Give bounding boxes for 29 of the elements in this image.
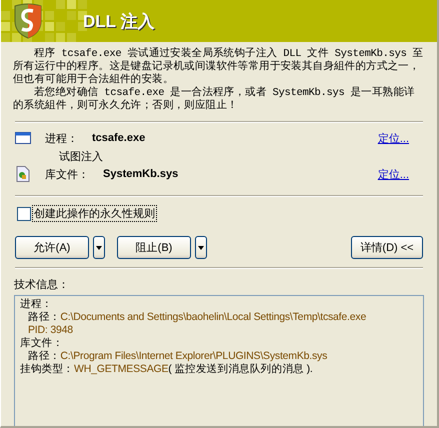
tech-info-line: PID: 3948	[28, 324, 74, 337]
checkbox-label[interactable]: 创建此操作的永久性规则	[32, 205, 157, 222]
tech-info-line: 进程：	[20, 298, 54, 311]
tech-info-line: 路径：C:\Documents and Settings\baohelin\Local Settings\Temp\tcsafe.exe	[28, 311, 368, 324]
caret-icon	[96, 246, 102, 250]
file-icon	[15, 166, 31, 182]
dropdown-button[interactable]	[195, 236, 207, 259]
rule-checkbox[interactable]	[17, 206, 31, 220]
message-text: 若您绝对确信 tcsafe.exe 是一合法程序，或者 SystemKb.sys 是一耳熟能详的系统組件，则可永久允许；否则，则应阻止！	[13, 87, 416, 113]
locate-link[interactable]: 定位...	[378, 130, 409, 146]
object-name: SystemKb.sys	[103, 168, 180, 180]
tech-info-line: 路径：C:\Program Files\Internet Explorer\PLUGINS\SystemKb.sys	[28, 350, 328, 363]
window-icon	[15, 132, 31, 144]
object-label: 库文件：	[45, 168, 89, 182]
action-button[interactable]: 允许(A)	[15, 236, 89, 259]
tech-info-title: 技术信息：	[14, 278, 70, 292]
shield-logo-icon	[13, 3, 43, 39]
tech-info-line: 库文件：	[20, 337, 64, 350]
message-text: 程序 tcsafe.exe 尝试通过安装全局系统钩子注入 DLL 文件 SystemKb.sys 至所有运行中的程序。这是键盘记录机或间谍软件等常用于安装其自身組件的方式之一，但也有可能用于合法組件的安装。	[13, 48, 424, 86]
object-name: tcsafe.exe	[92, 132, 146, 144]
tech-info-line: 挂钩类型：WH_GETMESSAGE( 监控发送到消息队列的消息 ).	[20, 363, 314, 376]
object-label: 进程：	[45, 132, 78, 146]
caret-icon	[198, 246, 204, 250]
window-title: DLL 注入	[83, 10, 154, 32]
dropdown-button[interactable]	[93, 236, 105, 259]
action-button[interactable]: 阻止(B)	[117, 236, 191, 259]
details-button[interactable]: 详情(D) <<	[351, 236, 423, 259]
action-text: 试图注入	[58, 150, 104, 163]
locate-link[interactable]: 定位...	[378, 166, 409, 182]
